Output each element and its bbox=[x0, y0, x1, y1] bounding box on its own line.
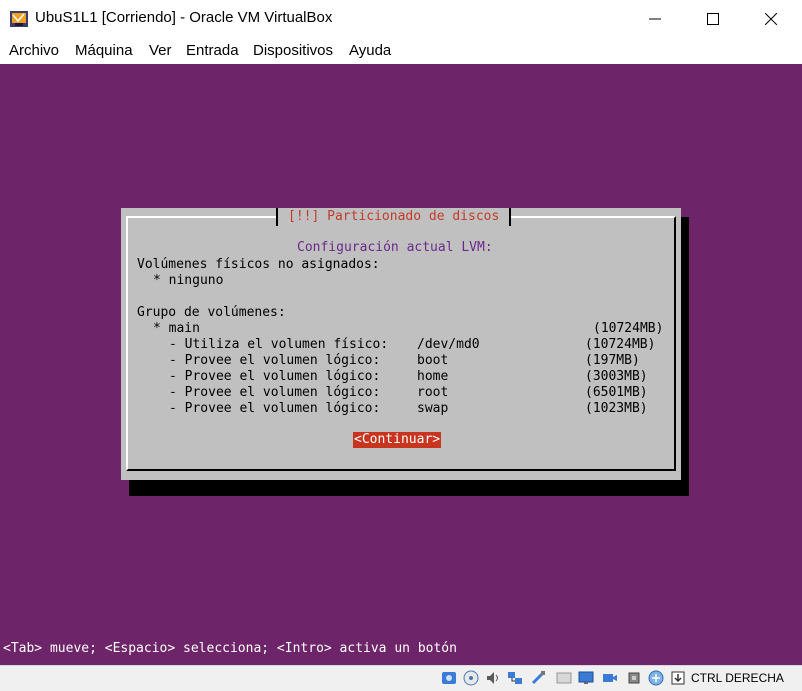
menu-maquina[interactable]: Máquina bbox=[75, 42, 133, 59]
menu-archivo[interactable]: Archivo bbox=[9, 42, 59, 59]
maximize-button[interactable] bbox=[685, 0, 741, 38]
close-button[interactable] bbox=[743, 0, 799, 38]
network-icon[interactable] bbox=[507, 670, 523, 686]
entry-size: (1023MB) bbox=[585, 401, 648, 416]
entry-size: (10724MB) bbox=[585, 337, 656, 352]
entry-device: /dev/md0 bbox=[417, 337, 480, 352]
entry-label: - Provee el volumen lógico: bbox=[169, 385, 381, 400]
window-titlebar: UbuS1L1 [Corriendo] - Oracle VM VirtualB… bbox=[0, 0, 802, 38]
entry-size: (3003MB) bbox=[585, 369, 648, 384]
usb-icon[interactable] bbox=[530, 670, 546, 686]
keyboard-capture-icon[interactable] bbox=[670, 670, 686, 686]
entry-label: - Provee el volumen lógico: bbox=[169, 369, 381, 384]
entry-label: - Provee el volumen lógico: bbox=[169, 353, 381, 368]
maximize-icon bbox=[707, 13, 719, 25]
entry-label: - Provee el volumen lógico: bbox=[169, 401, 381, 416]
vm-screen[interactable]: [!!] Particionado de discos Configuració… bbox=[0, 64, 802, 665]
entry-size: (197MB) bbox=[585, 353, 640, 368]
entry-device: boot bbox=[417, 353, 449, 368]
menu-ver[interactable]: Ver bbox=[149, 42, 172, 59]
guest-additions-icon[interactable] bbox=[648, 670, 664, 686]
menu-ayuda[interactable]: Ayuda bbox=[349, 42, 391, 59]
dialog-title: [!!] Particionado de discos bbox=[276, 208, 512, 226]
keyboard-help-line: <Tab> mueve; <Espacio> selecciona; <Intr… bbox=[3, 641, 457, 656]
entry-device: home bbox=[417, 369, 449, 384]
entry-device: root bbox=[417, 385, 449, 400]
video-capture-icon[interactable] bbox=[602, 670, 618, 686]
lvm-heading: Configuración actual LVM: bbox=[297, 240, 493, 255]
volume-group-name: * main bbox=[153, 321, 200, 336]
entry-device: swap bbox=[417, 401, 449, 416]
audio-icon[interactable] bbox=[485, 670, 501, 686]
vm-status-bar: CTRL DERECHA bbox=[0, 665, 802, 691]
entry-label: - Utiliza el volumen físico: bbox=[169, 337, 389, 352]
display-icon[interactable] bbox=[578, 670, 594, 686]
cpu-icon[interactable] bbox=[626, 670, 642, 686]
continue-button[interactable]: <Continuar> bbox=[353, 432, 442, 448]
minimize-button[interactable] bbox=[627, 0, 683, 38]
virtualbox-app-icon[interactable] bbox=[9, 10, 29, 28]
unassigned-label: Volúmenes físicos no asignados: bbox=[137, 257, 380, 272]
unassigned-value: * ninguno bbox=[153, 273, 224, 288]
host-key-label[interactable]: CTRL DERECHA bbox=[691, 671, 784, 685]
entry-size: (6501MB) bbox=[585, 385, 648, 400]
hard-disk-icon[interactable] bbox=[441, 670, 457, 686]
menu-dispositivos[interactable]: Dispositivos bbox=[253, 42, 333, 59]
window-title: UbuS1L1 [Corriendo] - Oracle VM VirtualB… bbox=[35, 9, 333, 26]
menu-bar: Archivo Máquina Ver Entrada Dispositivos… bbox=[0, 38, 802, 64]
volume-group-size: (10724MB) bbox=[593, 321, 664, 336]
menu-entrada[interactable]: Entrada bbox=[186, 42, 239, 59]
optical-drive-icon[interactable] bbox=[463, 670, 479, 686]
minimize-icon bbox=[649, 18, 661, 20]
dialog-title-text: [!!] Particionado de discos bbox=[288, 209, 500, 224]
shared-folders-icon[interactable] bbox=[556, 670, 572, 686]
volume-group-label: Grupo de volúmenes: bbox=[137, 305, 286, 320]
close-icon bbox=[765, 13, 777, 25]
